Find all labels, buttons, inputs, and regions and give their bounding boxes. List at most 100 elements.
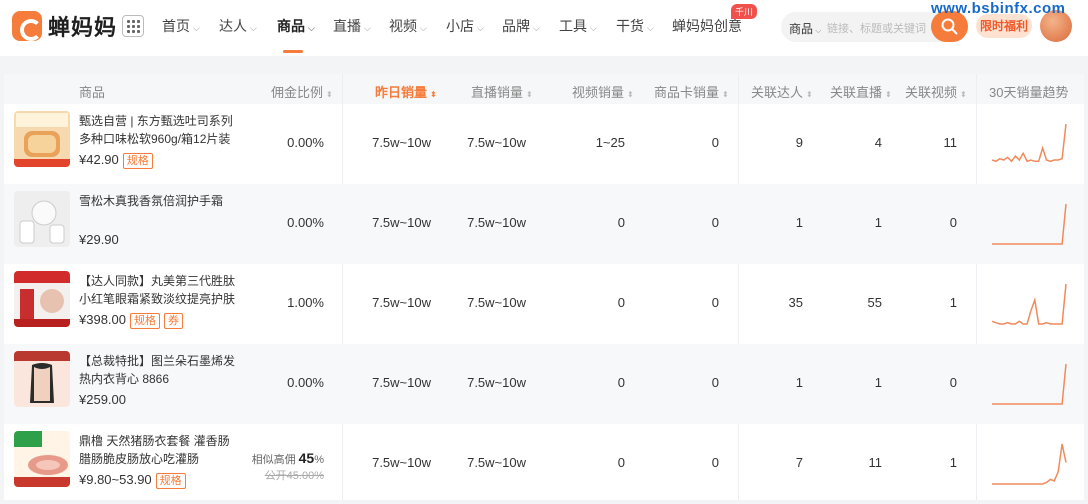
table-row[interactable]: 【总裁特批】图兰朵石墨烯发热内衣背心 8866 ¥259.00 0.00% 7.5w~… bbox=[4, 344, 1084, 424]
table-row[interactable]: 鼎橹 天然猪肠衣套餐 灌香肠腊肠脆皮肠放心吃灌肠 ¥9.80~53.90 规格 相似高… bbox=[4, 424, 1084, 504]
search-input[interactable]: 链接、标题或关键词 bbox=[827, 20, 927, 36]
commission-high: 相似高佣 45% 公开45.00% bbox=[248, 450, 324, 483]
sales-trend-sparkline[interactable] bbox=[990, 278, 1068, 326]
commission-value: 0.00% bbox=[287, 135, 324, 150]
price-value: ¥29.90 bbox=[79, 232, 119, 247]
live-value: 7.5w~10w bbox=[467, 215, 526, 230]
commission-unit: % bbox=[314, 454, 324, 466]
commission-high-value: 45 bbox=[298, 450, 315, 466]
chevron-down-icon: ⌵ bbox=[647, 23, 654, 33]
product-tag[interactable]: 规格 bbox=[155, 473, 186, 489]
promo-button[interactable]: 限时福利 bbox=[976, 14, 1032, 38]
table-row[interactable]: 【达人同款】丸美第三代胜肽小红笔眼霜紧致淡纹提亮护肤按… ¥398.00 规格券 1.… bbox=[4, 264, 1084, 344]
product-name[interactable]: 【达人同款】丸美第三代胜肽小红笔眼霜紧致淡纹提亮护肤按… bbox=[79, 272, 239, 308]
sales-trend-sparkline[interactable] bbox=[990, 358, 1068, 406]
col-lives[interactable]: 关联直播 ⬍ bbox=[830, 82, 892, 101]
nav-item[interactable]: 小店 ⌵ bbox=[446, 16, 484, 36]
live-value: 7.5w~10w bbox=[467, 295, 526, 310]
yesterday-value: 7.5w~10w bbox=[372, 135, 431, 150]
chevron-down-icon: ⌵ bbox=[308, 23, 315, 33]
video-value: 0 bbox=[617, 455, 625, 470]
videos-value: 11 bbox=[943, 135, 958, 150]
videos-value: 0 bbox=[949, 375, 957, 390]
commission-value: 0.00% bbox=[287, 215, 324, 230]
card-value: 0 bbox=[711, 455, 719, 470]
chevron-down-icon: ⌵ bbox=[193, 23, 200, 33]
trend-line bbox=[992, 203, 1067, 245]
trend-line bbox=[991, 283, 1067, 325]
logo[interactable]: 蝉妈妈 bbox=[12, 10, 117, 42]
nav-item[interactable]: 首页 ⌵ bbox=[162, 16, 200, 36]
chevron-down-icon: ⌵ bbox=[477, 23, 484, 33]
nav-item[interactable]: 直播 ⌵ bbox=[333, 16, 371, 36]
product-name[interactable]: 雪松木真我香氛倍润护手霜 bbox=[79, 192, 239, 210]
product-name[interactable]: 鼎橹 天然猪肠衣套餐 灌香肠腊肠脆皮肠放心吃灌肠 bbox=[79, 432, 239, 468]
yesterday-value: 7.5w~10w bbox=[372, 215, 431, 230]
watermark: www.bsbinfx.com bbox=[931, 0, 1066, 17]
product-thumbnail[interactable] bbox=[14, 271, 70, 327]
commission-value: 0.00% bbox=[287, 375, 324, 390]
nav-item[interactable]: 干货 ⌵ bbox=[616, 16, 654, 36]
col-commission[interactable]: 佣金比例 ⬍ bbox=[271, 82, 333, 101]
card-value: 0 bbox=[711, 295, 719, 310]
nav-item[interactable]: 蝉妈妈创意 bbox=[672, 16, 742, 36]
chevron-down-icon: ⌵ bbox=[533, 23, 540, 33]
col-videos[interactable]: 关联视频 ⬍ bbox=[905, 82, 967, 101]
video-value: 0 bbox=[617, 295, 625, 310]
col-video-sales[interactable]: 视频销量 ⬍ bbox=[572, 82, 634, 101]
price-value: ¥259.00 bbox=[79, 392, 126, 407]
apps-grid-icon[interactable] bbox=[122, 15, 144, 37]
search-type-select[interactable]: 商品 ⌵ bbox=[789, 20, 821, 37]
product-thumbnail[interactable] bbox=[14, 191, 70, 247]
product-price: ¥259.00 bbox=[79, 392, 126, 407]
card-value: 0 bbox=[711, 215, 719, 230]
yesterday-value: 7.5w~10w bbox=[372, 295, 431, 310]
table-row[interactable]: 甄选自营 | 东方甄选吐司系列多种口味松软960g/箱12片装配… ¥42.90规… bbox=[4, 104, 1084, 184]
influencers-value: 1 bbox=[795, 375, 803, 390]
product-tag[interactable]: 规格 bbox=[122, 153, 153, 169]
trend-line bbox=[992, 443, 1067, 485]
yesterday-value: 7.5w~10w bbox=[372, 455, 431, 470]
live-value: 7.5w~10w bbox=[467, 375, 526, 390]
yesterday-value: 7.5w~10w bbox=[372, 375, 431, 390]
video-value: 1~25 bbox=[595, 135, 625, 150]
sales-trend-sparkline[interactable] bbox=[990, 438, 1068, 486]
product-thumbnail[interactable] bbox=[14, 431, 70, 487]
product-tag[interactable]: 券 bbox=[164, 313, 183, 329]
sales-trend-sparkline[interactable] bbox=[990, 198, 1068, 246]
video-value: 0 bbox=[617, 375, 625, 390]
logo-text: 蝉妈妈 bbox=[48, 15, 118, 40]
commission-public-old: 公开45.00% bbox=[264, 470, 324, 482]
product-tag[interactable]: 规格 bbox=[130, 313, 160, 329]
nav-item[interactable]: 达人 ⌵ bbox=[219, 16, 257, 36]
col-trend: 30天销量趋势 bbox=[989, 85, 1069, 100]
price-value: ¥398.00 bbox=[79, 312, 126, 327]
lives-value: 1 bbox=[874, 375, 882, 390]
table-row[interactable]: 雪松木真我香氛倍润护手霜 ¥29.90 0.00% 7.5w~10w 7.5w~10w 0… bbox=[4, 184, 1084, 264]
nav-item[interactable]: 工具 ⌵ bbox=[559, 16, 597, 36]
card-value: 0 bbox=[711, 135, 719, 150]
videos-value: 1 bbox=[949, 295, 957, 310]
product-price: ¥398.00 规格券 bbox=[79, 312, 183, 329]
col-influencers[interactable]: 关联达人 ⬍ bbox=[751, 82, 813, 101]
col-live-sales[interactable]: 直播销量 ⬍ bbox=[471, 82, 533, 101]
col-card-sales[interactable]: 商品卡销量 ⬍ bbox=[654, 82, 729, 101]
videos-value: 1 bbox=[949, 455, 957, 470]
trend-line bbox=[991, 123, 1067, 163]
col-yesterday-sales[interactable]: 昨日销量 ⬍ bbox=[375, 82, 437, 101]
product-price: ¥9.80~53.90 规格 bbox=[79, 472, 186, 489]
product-price: ¥29.90 bbox=[79, 232, 119, 247]
chevron-down-icon: ⌵ bbox=[420, 23, 427, 33]
product-name[interactable]: 【总裁特批】图兰朵石墨烯发热内衣背心 8866 bbox=[79, 352, 239, 388]
nav-active-indicator bbox=[283, 50, 303, 53]
product-thumbnail[interactable] bbox=[14, 111, 70, 167]
product-name[interactable]: 甄选自营 | 东方甄选吐司系列多种口味松软960g/箱12片装配… bbox=[79, 112, 239, 148]
nav-item[interactable]: 商品 ⌵ bbox=[277, 16, 315, 36]
nav-item[interactable]: 视频 ⌵ bbox=[389, 16, 427, 36]
sales-trend-sparkline[interactable] bbox=[990, 118, 1068, 166]
product-thumbnail[interactable] bbox=[14, 351, 70, 407]
table-header: 商品 佣金比例 ⬍ 昨日销量 ⬍ 直播销量 ⬍ 视频销量 ⬍ 商品卡销量 ⬍ 关联达人 ⬍ … bbox=[4, 74, 1084, 104]
top-navbar: 蝉妈妈 首页 ⌵ 达人 ⌵ 商品 ⌵ 直播 ⌵ 视频 ⌵ 小店 ⌵ 品牌 ⌵ 工具 ⌵ 干货 ⌵ 蝉妈妈创意 千川 … bbox=[0, 0, 1088, 56]
nav-item[interactable]: 品牌 ⌵ bbox=[502, 16, 540, 36]
live-value: 7.5w~10w bbox=[467, 135, 526, 150]
